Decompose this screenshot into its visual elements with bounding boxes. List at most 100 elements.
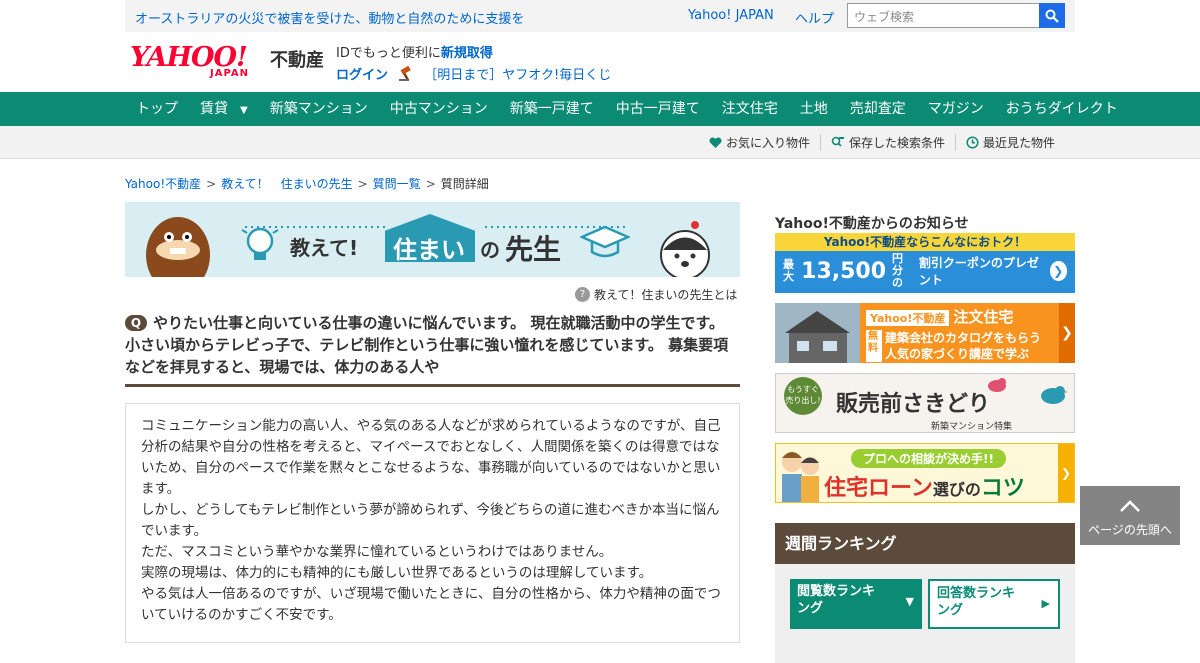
what-is-sensei-label: 教えて！住まいの先生とは <box>594 288 738 302</box>
question-title: Q やりたい仕事と向いている仕事の違いに悩んでいます。 現在就職活動中の学生です。… <box>125 312 740 387</box>
coupon-ad-amount: 13,500 <box>801 258 887 284</box>
banner-suffix-text: 先生 <box>505 233 562 266</box>
chevron-right-icon: ❯ <box>1049 261 1067 281</box>
question-badge: Q <box>125 315 147 331</box>
register-link[interactable]: 新規取得 <box>441 46 493 61</box>
nav-item-ouchi-direct[interactable]: おうちダイレクト <box>995 92 1129 126</box>
mascot-character-icon <box>146 217 210 277</box>
breadcrumb-link-question-list[interactable]: 質問一覧 <box>373 177 421 191</box>
recently-viewed-link[interactable]: 最近見た物件 <box>954 134 1065 151</box>
coupon-ad-text: 割引クーポンのプレゼント <box>918 256 1039 287</box>
nav-item-new-house[interactable]: 新築一戸建て <box>499 92 605 126</box>
nav-item-land[interactable]: 土地 <box>789 92 839 126</box>
ad-custom-house-label: 注文住宅 <box>953 308 1014 326</box>
triangle-down-icon: ▼ <box>905 595 914 608</box>
question-paragraph: ただ、マスコミという華やかな業界に憧れているというわけではありません。 <box>141 544 613 560</box>
donation-notice-link[interactable]: オーストラリアの火災で被害を受けた、動物と自然のために支援を <box>135 8 524 27</box>
breadcrumb-current: 質問詳細 <box>440 177 489 191</box>
tab-views-ranking[interactable]: 閲覧数ランキング ▼ <box>790 579 922 629</box>
question-paragraph: やる気は人一倍あるのですが、いざ現場で働いたときに、自分の性格から、体力や精神の… <box>141 586 721 623</box>
help-link[interactable]: ヘルプ <box>795 8 834 27</box>
nav-item-used-house[interactable]: 中古一戸建て <box>605 92 711 126</box>
nav-item-custom-house[interactable]: 注文住宅 <box>711 92 789 126</box>
nav-item-rent-label: 賃貸 <box>200 101 228 117</box>
free-badge: 無料 <box>866 330 882 362</box>
login-link[interactable]: ログイン <box>336 68 388 83</box>
breadcrumb-link-sensei[interactable]: 教えて！ 住まいの先生 <box>221 177 352 191</box>
back-to-top-button[interactable]: ページの先頭へ <box>1080 486 1180 545</box>
breadcrumb-separator: > <box>206 177 217 191</box>
saved-search-link[interactable]: 保存した検索条件 <box>819 134 955 151</box>
chevron-right-icon: ❯ <box>1059 303 1075 363</box>
loan-ad-title-2: 選びの <box>932 480 981 499</box>
coming-soon-badge: もうすぐ売り出し! <box>784 377 822 415</box>
graduation-cap-icon <box>580 225 630 258</box>
loan-ad-banner[interactable]: プロへの相談が決め手!! 住宅ローン選びのコツ ❯ <box>775 443 1075 503</box>
auction-lottery-link[interactable]: ［明日まで］ヤフオク!毎日くじ <box>424 68 611 83</box>
ad-line-1: 建築会社のカタログをもらう <box>885 331 1042 345</box>
account-area: IDでもっと便利に新規取得 ログイン ［明日まで］ヤフオク!毎日くじ <box>336 42 611 83</box>
presale-ad-banner[interactable]: もうすぐ売り出し! 販売前さきどり 新築マンション特集 <box>775 373 1075 433</box>
dropdown-caret-icon: ▼ <box>240 105 248 116</box>
japan-logo-text: JAPAN <box>210 68 249 79</box>
breadcrumb: Yahoo!不動産 > 教えて！ 住まいの先生 > 質問一覧 > 質問詳細 <box>125 175 489 192</box>
tab-answers-label: 回答数ランキング <box>937 586 1016 618</box>
banner-main-text: 住まい <box>393 236 465 264</box>
site-logo[interactable]: YAHOO! JAPAN 不動産 <box>130 42 330 82</box>
coupon-ad-max: 最大 <box>783 258 794 283</box>
chevron-up-icon <box>1120 500 1140 512</box>
auction-hammer-icon <box>399 65 411 81</box>
bird-icon <box>988 378 1006 392</box>
nav-item-used-mansion[interactable]: 中古マンション <box>379 92 499 126</box>
search-icon <box>1045 9 1059 23</box>
nav-item-rent[interactable]: 賃貸 ▼ <box>189 92 259 126</box>
ad-line-2: 人気の家づくり講座で学ぶ <box>885 347 1030 361</box>
saved-search-icon <box>831 136 844 147</box>
ad-brand-label: Yahoo!不動産 <box>866 310 950 326</box>
fudosan-logo-text: 不動産 <box>270 50 324 71</box>
loan-ad-title-3: コツ <box>980 476 1025 501</box>
sidebar-news: Yahoo!不動産からのお知らせ <box>775 213 1075 233</box>
question-paragraph: コミュニケーション能力の高い人、やる気のある人などが求められているようなのですが… <box>141 418 721 497</box>
sensei-banner[interactable]: 教えて! 住まい の 先生 <box>125 202 740 277</box>
id-promo-text: IDでもっと便利に <box>336 46 441 61</box>
question-body: コミュニケーション能力の高い人、やる気のある人などが求められているようなのですが… <box>125 403 740 643</box>
clock-icon <box>966 136 979 149</box>
tab-answers-ranking[interactable]: 回答数ランキング ▶ <box>928 579 1060 629</box>
yahoo-japan-link[interactable]: Yahoo! JAPAN <box>688 8 774 23</box>
coupon-ad-top: Yahoo!不動産ならこんなにおトク！ <box>775 233 1075 251</box>
favorites-label: お気に入り物件 <box>725 136 810 150</box>
saved-search-label: 保存した検索条件 <box>848 136 945 150</box>
banner-no-text: の <box>480 238 500 262</box>
loan-ad-title-1: 住宅ローン <box>824 476 933 501</box>
weekly-ranking: 週間ランキング 閲覧数ランキング ▼ 回答数ランキング ▶ <box>775 523 1075 663</box>
advisors-illustration-icon <box>782 452 819 502</box>
sub-nav: お気に入り物件 保存した検索条件 最近見た物件 <box>0 126 1200 159</box>
top-bar: オーストラリアの火災で被害を受けた、動物と自然のために支援を Yahoo! JA… <box>125 0 1075 32</box>
favorites-link[interactable]: お気に入り物件 <box>699 134 820 151</box>
house-image-icon <box>775 303 860 363</box>
dog-character-icon <box>660 221 710 277</box>
news-title: Yahoo!不動産からのお知らせ <box>775 216 969 232</box>
banner-prefix-text: 教えて! <box>290 236 359 260</box>
nav-item-sale-appraisal[interactable]: 売却査定 <box>839 92 917 126</box>
web-search-input[interactable]: ウェブ検索 <box>847 3 1040 28</box>
heart-icon <box>709 136 722 148</box>
triangle-right-icon: ▶ <box>1041 597 1050 610</box>
chevron-right-icon: ❯ <box>1058 444 1074 502</box>
loan-ad-pill: プロへの相談が決め手!! <box>851 449 1006 468</box>
what-is-sensei-link[interactable]: ? 教えて！住まいの先生とは <box>575 286 737 303</box>
nav-item-magazine[interactable]: マガジン <box>917 92 995 126</box>
search-button[interactable] <box>1039 3 1065 28</box>
question-paragraph: 実際の現場は、体力的にも精神的にも厳しい世界であるというのは理解しています。 <box>141 565 653 581</box>
breadcrumb-link-fudosan[interactable]: Yahoo!不動産 <box>125 177 201 191</box>
custom-house-ad-banner[interactable]: Yahoo!不動産 注文住宅 無料 建築会社のカタログをもらう 人気の家づくり講座… <box>775 303 1075 363</box>
breadcrumb-separator: > <box>425 177 436 191</box>
question-mark-icon: ? <box>575 287 590 302</box>
question-paragraph: しかし、どうしてもテレビ制作という夢が諦められず、今後どちらの道に進むべきか本当… <box>141 502 720 539</box>
ranking-title: 週間ランキング <box>775 523 1075 564</box>
nav-item-new-mansion[interactable]: 新築マンション <box>259 92 379 126</box>
coupon-ad-banner[interactable]: Yahoo!不動産ならこんなにおトク！ 最大 13,500 円分の 割引クーポン… <box>775 233 1075 293</box>
nav-item-top[interactable]: トップ <box>125 92 189 126</box>
question-title-text: やりたい仕事と向いている仕事の違いに悩んでいます。 現在就職活動中の学生です。 … <box>125 314 729 376</box>
